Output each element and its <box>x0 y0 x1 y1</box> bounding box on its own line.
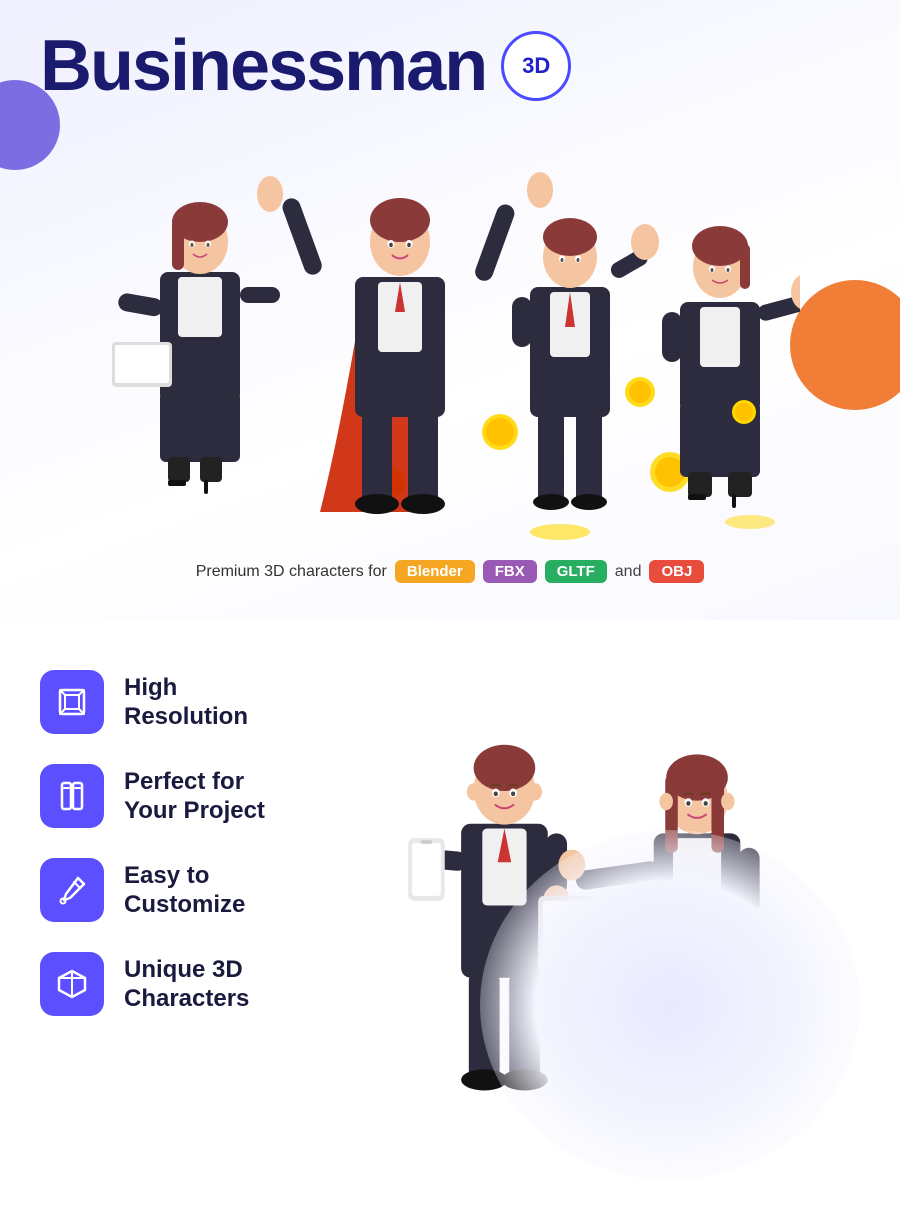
high-resolution-title: HighResolution <box>124 674 248 732</box>
badge-gltf: GLTF <box>545 560 607 583</box>
resize-icon <box>56 686 88 718</box>
feature-perfect-for: Perfect forYour Project <box>40 764 380 828</box>
perfect-for-icon-box <box>40 764 104 828</box>
bottom-section: HighResolution Perfect forYour Project <box>0 620 900 1210</box>
badge-3d: 3D <box>501 31 571 101</box>
title-row: Businessman 3D <box>40 30 860 102</box>
phone-panel-icon <box>56 780 88 812</box>
characters-area <box>40 112 860 542</box>
bottom-characters-col <box>380 660 860 1180</box>
high-resolution-icon-box <box>40 670 104 734</box>
box-icon <box>56 968 88 1000</box>
unique-3d-icon-box <box>40 952 104 1016</box>
light-blob <box>480 830 860 1180</box>
feature-easy-customize: Easy toCustomize <box>40 858 380 922</box>
easy-customize-icon-box <box>40 858 104 922</box>
badge-obj: OBJ <box>649 560 704 583</box>
perfect-for-text: Perfect forYour Project <box>124 764 265 826</box>
unique-3d-title: Unique 3DCharacters <box>124 956 249 1014</box>
format-row: Premium 3D characters for Blender FBX GL… <box>40 542 860 593</box>
features-column: HighResolution Perfect forYour Project <box>40 660 380 1180</box>
perfect-for-title: Perfect forYour Project <box>124 768 265 826</box>
easy-customize-text: Easy toCustomize <box>124 858 245 920</box>
characters-svg <box>100 112 800 542</box>
and-text: and <box>615 563 642 581</box>
easy-customize-title: Easy toCustomize <box>124 862 245 920</box>
format-text: Premium 3D characters for <box>196 563 387 581</box>
badge-fbx: FBX <box>483 560 537 583</box>
high-resolution-text: HighResolution <box>124 670 248 732</box>
main-title: Businessman <box>40 30 486 102</box>
badge-blender: Blender <box>395 560 475 583</box>
eyedropper-icon <box>56 874 88 906</box>
feature-high-resolution: HighResolution <box>40 670 380 734</box>
feature-unique-3d: Unique 3DCharacters <box>40 952 380 1016</box>
top-section: Businessman 3D <box>0 0 900 620</box>
unique-3d-text: Unique 3DCharacters <box>124 952 249 1014</box>
